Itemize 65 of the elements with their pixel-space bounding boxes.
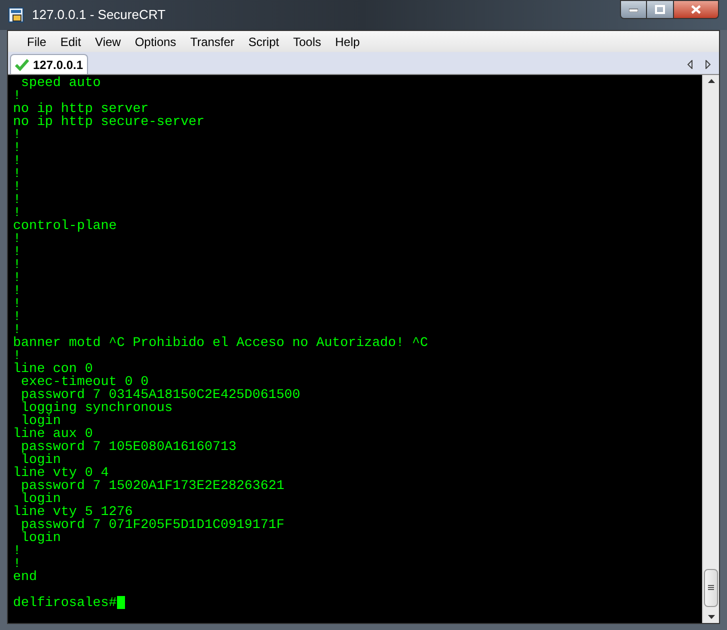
terminal-line: ! <box>13 232 21 245</box>
terminal-line: login <box>20 453 61 466</box>
terminal-line: line aux 0 <box>13 427 93 440</box>
terminal-line: ! <box>13 323 21 336</box>
menu-item[interactable]: Tools <box>286 32 328 50</box>
terminal-line: ! <box>13 167 21 180</box>
scroll-up-icon[interactable] <box>708 79 714 83</box>
terminal-line: login <box>20 531 61 544</box>
terminal-line: speed auto <box>20 76 101 89</box>
menu-item[interactable]: Transfer <box>183 32 242 50</box>
terminal-line: ! <box>13 206 21 219</box>
terminal-line: login <box>20 414 61 427</box>
menu-item[interactable]: File <box>20 32 54 50</box>
close-icon <box>691 5 701 14</box>
terminal-line: ! <box>13 297 21 310</box>
app-icon <box>8 7 24 23</box>
terminal-line: ! <box>13 271 21 284</box>
menu-item[interactable]: Help <box>328 32 367 50</box>
terminal-line: password 7 15020A1F173E2E28263621 <box>20 479 284 492</box>
tab-left-icon[interactable] <box>687 60 693 68</box>
close-button[interactable] <box>673 0 719 19</box>
minimize-button[interactable] <box>620 0 647 19</box>
terminal-line: no ip http server <box>13 102 149 115</box>
menu-item[interactable]: Script <box>241 32 286 50</box>
maximize-icon <box>655 5 665 14</box>
terminal-line: ! <box>13 284 21 297</box>
vertical-scrollbar[interactable] <box>702 75 719 623</box>
maximize-button[interactable] <box>647 0 673 19</box>
terminal-line: ! <box>13 89 21 102</box>
menu-item[interactable]: View <box>88 32 128 50</box>
terminal-line: ! <box>13 557 21 570</box>
tab-right-icon[interactable] <box>705 60 711 68</box>
terminal-prompt: delfirosales# <box>13 596 117 609</box>
terminal-line: password 7 03145A18150C2E425D061500 <box>20 388 300 401</box>
menu-item[interactable]: Options <box>128 32 184 50</box>
terminal-line: ! <box>13 141 21 154</box>
terminal-line: ! <box>13 154 21 167</box>
terminal-line: line con 0 <box>13 362 93 375</box>
terminal-line: exec-timeout 0 0 <box>20 375 149 388</box>
scroll-down-icon[interactable] <box>708 615 714 619</box>
terminal-line: logging synchronous <box>20 401 173 414</box>
terminal-line: line vty 0 4 <box>13 466 109 479</box>
session-tab[interactable]: 127.0.0.1 <box>10 54 88 74</box>
terminal-line: ! <box>13 258 21 271</box>
terminal-line: ! <box>13 128 21 141</box>
terminal-line: no ip http secure-server <box>13 115 205 128</box>
terminal-line: ! <box>13 193 21 206</box>
terminal-line: line vty 5 1276 <box>13 505 133 518</box>
terminal-line: ! <box>13 349 21 362</box>
terminal-line: password 7 071F205F5D1D1C0919171F <box>20 518 284 531</box>
scroll-thumb[interactable] <box>704 569 718 607</box>
minimize-icon <box>629 8 638 12</box>
terminal-line: end <box>13 570 37 583</box>
window-title: 127.0.0.1 - SecureCRT <box>32 6 166 24</box>
text-cursor <box>116 596 125 609</box>
menu-item[interactable]: Edit <box>53 32 88 50</box>
terminal-line: ! <box>13 245 21 258</box>
terminal-line: ! <box>13 310 21 323</box>
grip-icon <box>708 585 714 591</box>
terminal-line: ! <box>13 180 21 193</box>
terminal-line: ! <box>13 544 21 557</box>
terminal-line: password 7 105E080A16160713 <box>20 440 236 453</box>
terminal-line: control-plane <box>13 219 117 232</box>
terminal-line: banner motd ^C Prohibido el Acceso no Autorizado! ^C <box>13 336 428 349</box>
terminal-line: login <box>20 492 61 505</box>
